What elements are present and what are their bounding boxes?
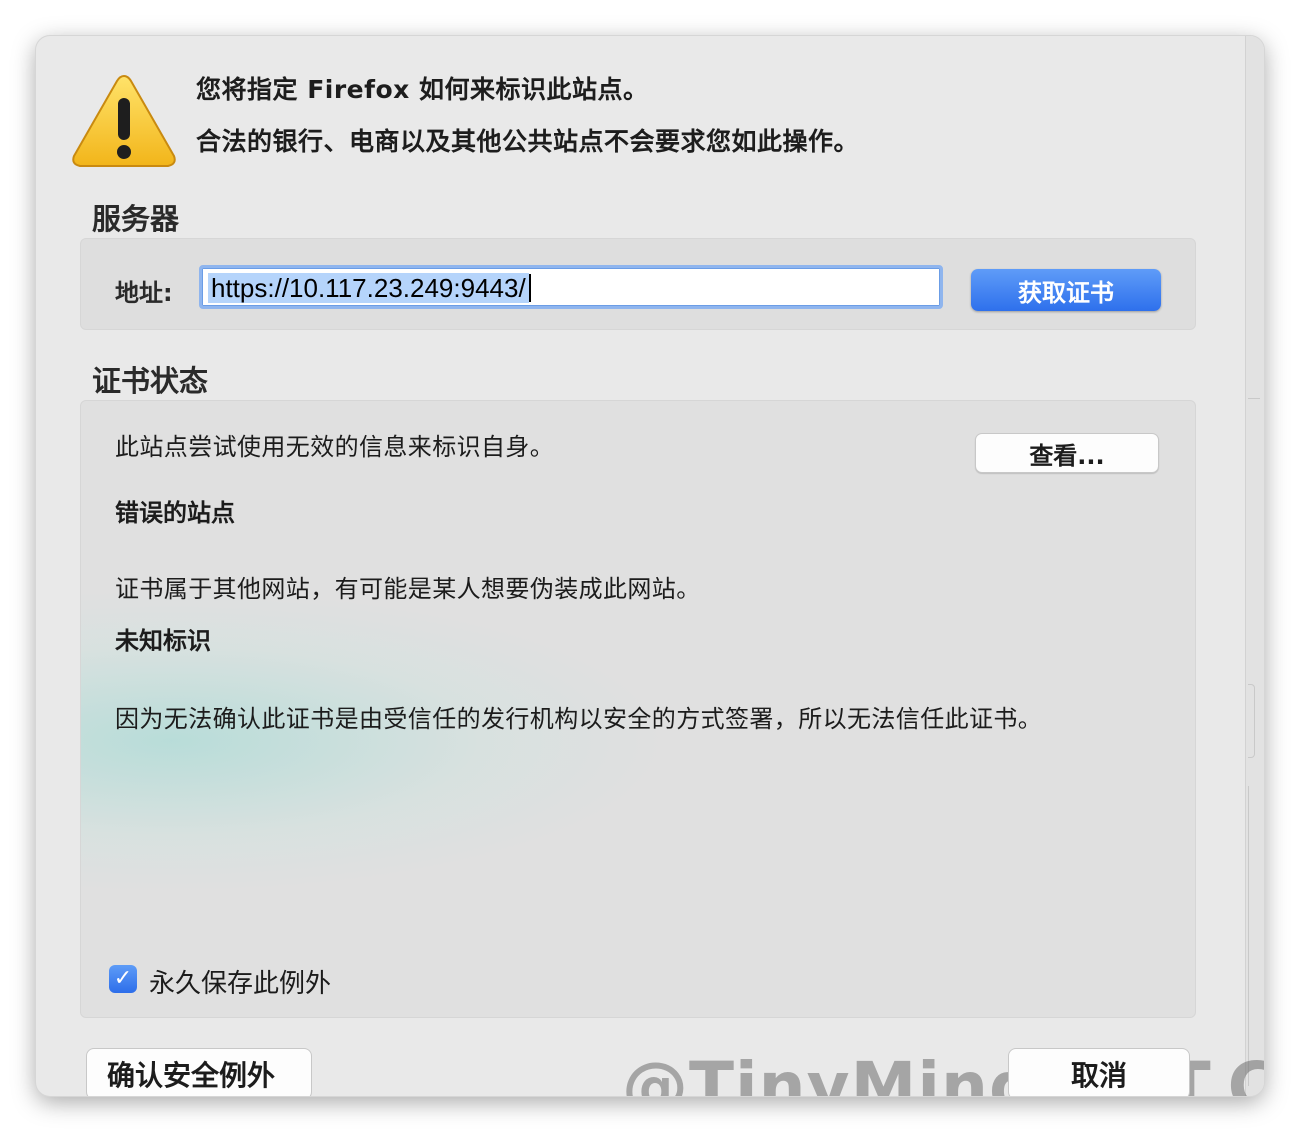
certificate-exception-dialog: 您将指定 Firefox 如何来标识此站点。 合法的银行、电商以及其他公共站点不… <box>36 36 1264 1096</box>
address-value: https://10.117.23.249:9443/ <box>208 273 529 303</box>
certificate-status-panel: 此站点尝试使用无效的信息来标识自身。 查看... 错误的站点 证书属于其他网站，… <box>80 400 1196 1018</box>
warning-triangle-icon <box>72 74 176 167</box>
unknown-identity-text: 因为无法确认此证书是由受信任的发行机构以安全的方式签署，所以无法信任此证书。 <box>115 705 1043 733</box>
server-section-title: 服务器 <box>92 202 180 236</box>
address-input[interactable]: https://10.117.23.249:9443/ <box>199 265 943 309</box>
edge-divider <box>1248 786 1257 1086</box>
permanent-exception-checkbox[interactable]: ✓ <box>109 965 137 993</box>
wrong-site-title: 错误的站点 <box>115 499 235 527</box>
header-title: 您将指定 Firefox 如何来标识此站点。 <box>196 75 649 104</box>
permanent-exception-label[interactable]: 永久保存此例外 <box>149 963 331 1000</box>
confirm-security-exception-button[interactable]: 确认安全例外 <box>86 1048 312 1096</box>
edge-divider <box>1248 398 1260 399</box>
cancel-button[interactable]: 取消 <box>1008 1048 1190 1096</box>
background-window-edge <box>1245 36 1264 1096</box>
get-certificate-button[interactable]: 获取证书 <box>971 269 1161 311</box>
text-caret <box>529 274 531 302</box>
address-label: 地址: <box>115 279 173 307</box>
server-panel: 地址: https://10.117.23.249:9443/ 获取证书 <box>80 238 1196 330</box>
header-warning-text: 合法的银行、电商以及其他公共站点不会要求您如此操作。 <box>196 127 860 156</box>
edge-divider <box>1248 684 1255 758</box>
unknown-identity-title: 未知标识 <box>115 627 211 655</box>
status-message: 此站点尝试使用无效的信息来标识自身。 <box>115 433 555 461</box>
wrong-site-text: 证书属于其他网站，有可能是某人想要伪装成此网站。 <box>115 575 701 603</box>
certificate-status-title: 证书状态 <box>92 364 209 398</box>
view-certificate-button[interactable]: 查看... <box>975 433 1159 473</box>
